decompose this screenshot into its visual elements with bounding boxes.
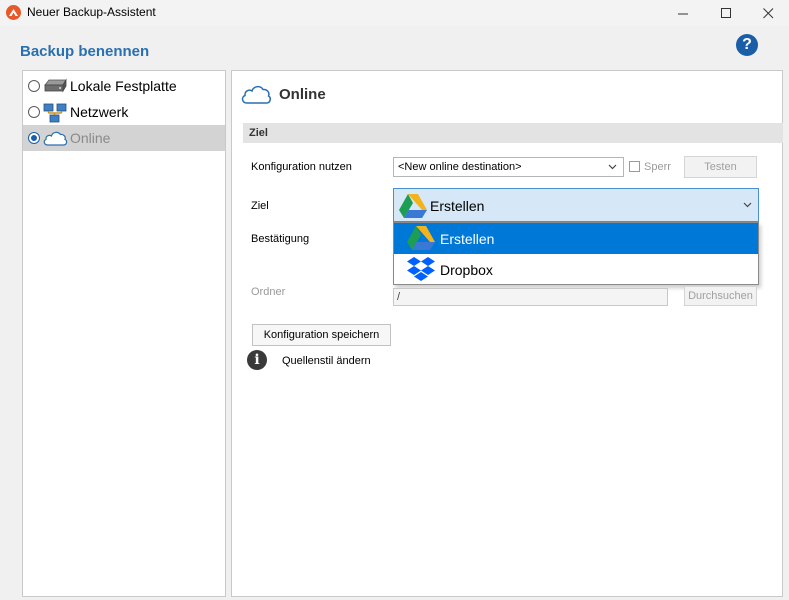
config-label: Konfiguration nutzen <box>251 161 352 173</box>
save-config-button[interactable]: Konfiguration speichern <box>252 324 391 346</box>
hard-drive-icon <box>42 76 68 96</box>
test-button[interactable]: Testen <box>684 156 757 178</box>
radio-local-disk[interactable] <box>28 80 40 92</box>
folder-input[interactable]: / <box>393 288 668 306</box>
help-icon[interactable]: ? <box>736 34 758 56</box>
google-drive-icon <box>406 225 436 256</box>
online-settings-panel: Online Ziel Konfiguration nutzen <New on… <box>231 70 783 597</box>
destination-type-list: Lokale Festplatte Netzwerk Online <box>22 70 226 597</box>
cloud-icon <box>240 81 272 112</box>
chevron-down-icon <box>743 199 752 211</box>
window-title: Neuer Backup-Assistent <box>27 5 156 19</box>
sidebar-item-label: Netzwerk <box>70 104 129 120</box>
ziel-section-header: Ziel <box>243 123 783 143</box>
config-select[interactable]: <New online destination> <box>393 157 624 177</box>
config-select-value: <New online destination> <box>398 161 522 173</box>
section-label: Ziel <box>249 127 268 139</box>
radio-online[interactable] <box>28 132 40 144</box>
radio-network[interactable] <box>28 106 40 118</box>
cloud-icon <box>42 128 68 148</box>
ziel-select-value: Erstellen <box>430 198 485 214</box>
dropbox-icon <box>406 256 436 289</box>
title-bar: Neuer Backup-Assistent <box>0 0 789 26</box>
confirmation-label: Bestätigung <box>251 233 310 245</box>
google-drive-icon <box>398 193 428 222</box>
info-icon: i <box>247 350 267 370</box>
lock-checkbox[interactable] <box>629 161 640 172</box>
page-title: Backup benennen <box>20 43 150 60</box>
sidebar-item-label: Online <box>70 130 111 146</box>
ziel-select[interactable]: Erstellen <box>393 188 759 222</box>
sidebar-item-label: Lokale Festplatte <box>70 78 177 94</box>
dropdown-option-erstellen[interactable]: Erstellen <box>394 223 758 254</box>
sidebar-item-online[interactable]: Online <box>23 125 225 151</box>
sidebar-item-local-disk[interactable]: Lokale Festplatte <box>23 73 225 99</box>
ziel-label: Ziel <box>251 200 269 212</box>
chevron-down-icon <box>608 161 617 173</box>
dropdown-option-dropbox[interactable]: Dropbox <box>394 254 758 285</box>
ziel-dropdown-list: Erstellen Dropbox <box>393 222 759 285</box>
change-source-style-link[interactable]: Quellenstil ändern <box>282 355 371 367</box>
browse-button[interactable]: Durchsuchen <box>684 286 757 306</box>
sidebar-item-network[interactable]: Netzwerk <box>23 99 225 125</box>
lock-label: Sperr <box>644 161 671 173</box>
dropdown-option-label: Erstellen <box>440 230 495 247</box>
folder-label: Ordner <box>251 286 286 298</box>
section-heading: Online <box>279 86 326 103</box>
close-button[interactable] <box>745 0 789 26</box>
network-icon <box>42 102 68 123</box>
minimize-button[interactable] <box>660 0 706 26</box>
dropdown-option-label: Dropbox <box>440 261 493 278</box>
app-logo-icon <box>6 5 21 20</box>
maximize-button[interactable] <box>703 0 749 26</box>
